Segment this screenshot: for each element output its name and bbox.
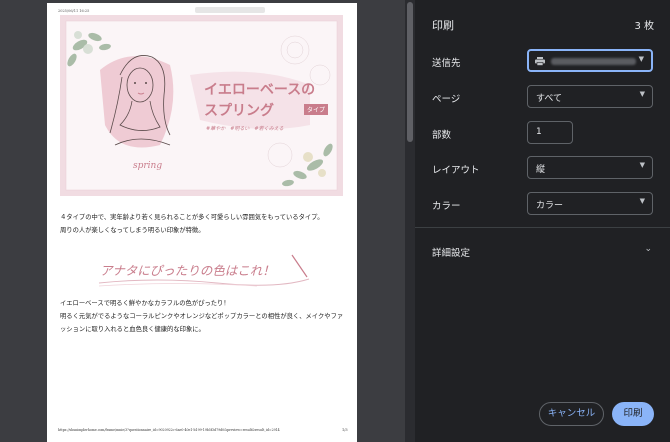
page-footer-number: 1/3 (342, 428, 348, 432)
print-button[interactable]: 印刷 (612, 402, 654, 426)
color-label: カラー (432, 201, 461, 212)
description-line: 周りの人が楽しくなってしまう明るい印象が特徴。 (60, 227, 205, 234)
destination-label: 送信先 (432, 58, 461, 69)
preview-scrollbar[interactable] (405, 0, 415, 442)
color-heading: アナタにぴったりの色はこれ！ (100, 263, 275, 278)
page-header-date: 2025/06/11 16:25 (58, 9, 90, 13)
banner-title-line1: イエローベースの (204, 82, 316, 98)
destination-select[interactable]: ▼ (527, 49, 653, 72)
advanced-settings-toggle[interactable]: 詳細設定 (432, 245, 470, 259)
print-preview-area: 2025/06/11 16:25 イエローベースの スプリング タイプ #華やか… (0, 0, 405, 442)
chevron-down-icon[interactable]: ⌄ (644, 244, 652, 254)
chevron-down-icon: ▼ (639, 161, 645, 169)
page-footer-url: https://shunimplerhome.com/frame/mnie/3?… (58, 428, 280, 432)
divider (415, 227, 670, 228)
color-value: カラー (536, 201, 564, 211)
color-paragraph: イエローベースで明るく鮮やかなカラフルの色がぴったり！ 明るく元気がでるようなコ… (60, 297, 343, 336)
chevron-down-icon: ▼ (638, 55, 644, 63)
layout-label: レイアウト (432, 165, 480, 176)
destination-blurred-value (551, 58, 636, 65)
layout-select[interactable]: 縦 ▼ (527, 156, 653, 179)
chevron-down-icon: ▼ (639, 90, 645, 98)
pages-label: ページ (432, 94, 461, 105)
pages-select[interactable]: すべて ▼ (527, 85, 653, 108)
color-select[interactable]: カラー ▼ (527, 192, 653, 215)
spring-banner-image: イエローベースの スプリング タイプ #華やか #明るい #若くみえる spri… (60, 15, 343, 196)
type-badge: タイプ (304, 104, 329, 115)
sheet-count: 3 枚 (634, 21, 654, 32)
copies-input[interactable]: 1 (527, 121, 573, 144)
color-line: イエローベースで明るく鮮やかなカラフルの色がぴったり！ (60, 300, 230, 307)
copies-label: 部数 (432, 130, 452, 141)
print-settings-panel: 印刷 3 枚 送信先 ▼ ページ すべて ▼ 部数 1 レイアウト 縦 ▼ カラ… (415, 0, 670, 442)
copies-value: 1 (536, 127, 542, 137)
printer-icon (535, 57, 545, 66)
banner-title-line2: スプリング (204, 103, 274, 119)
preview-page: 2025/06/11 16:25 イエローベースの スプリング タイプ #華やか… (47, 3, 357, 442)
color-line: ッションに取り入れると血色良く健康的な印象に。 (60, 326, 205, 333)
description-line: ４タイプの中で、実年齢より若く見られることが多く可愛らしい雰囲気をもっているタイ… (60, 214, 324, 221)
pages-value: すべて (536, 94, 563, 104)
banner-tags: #華やか #明るい #若くみえる (206, 126, 284, 132)
page-header-blurred-url (195, 7, 265, 13)
color-line: 明るく元気がでるようなコーラルピンクやオレンジなどポップカラーとの相性が良く、メ… (60, 313, 344, 320)
banner-illustration (65, 20, 338, 191)
description-paragraph: ４タイプの中で、実年齢より若く見られることが多く可愛らしい雰囲気をもっているタイ… (60, 211, 324, 237)
chevron-down-icon: ▼ (639, 197, 645, 205)
cancel-button[interactable]: キャンセル (539, 402, 604, 426)
banner-script-word: spring (133, 161, 163, 171)
layout-value: 縦 (536, 165, 546, 175)
scrollbar-thumb[interactable] (407, 2, 413, 142)
panel-title: 印刷 (432, 19, 454, 32)
